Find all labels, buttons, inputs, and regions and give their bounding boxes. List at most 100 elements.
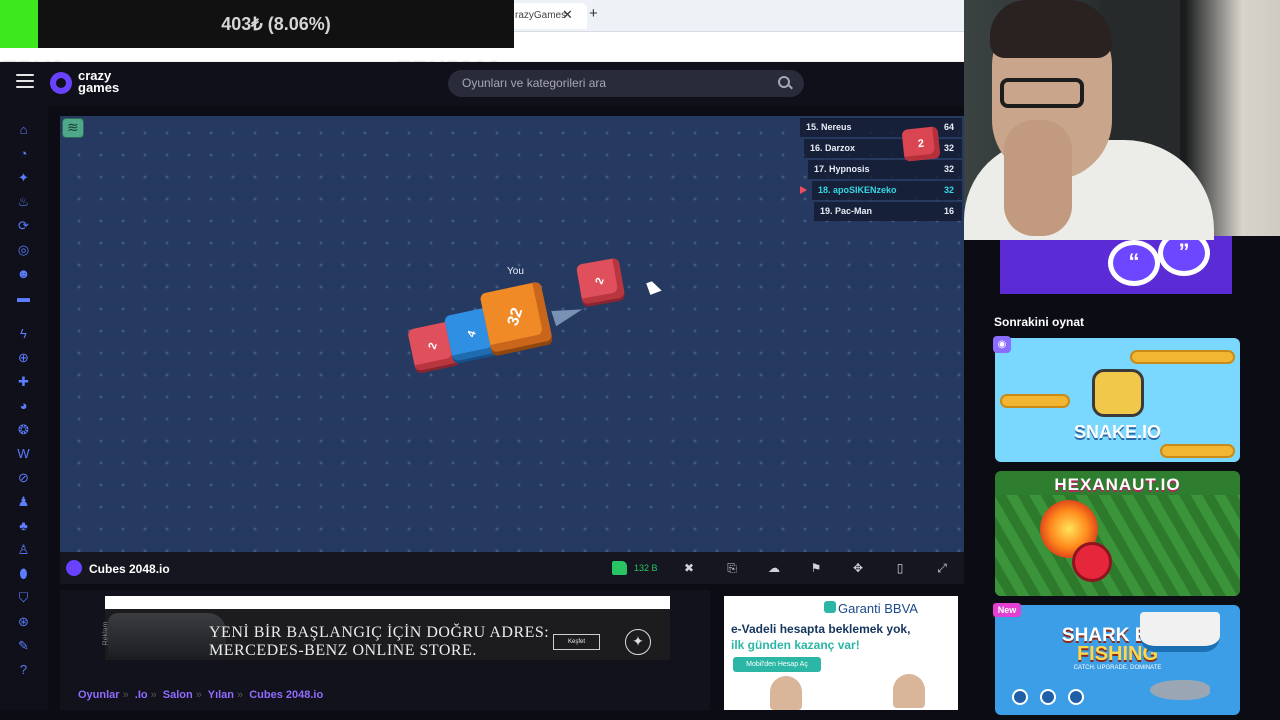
webcam-person-hand xyxy=(1004,120,1072,236)
control-icon xyxy=(1040,689,1056,705)
donation-goal-overlay: 403₺ (8.06%) xyxy=(0,0,514,48)
menu-icon[interactable] xyxy=(16,74,34,90)
target-icon[interactable]: ⊕ xyxy=(16,350,31,365)
fire-icon[interactable]: ♨ xyxy=(16,194,31,209)
thumbs-down-icon[interactable]: ✖ xyxy=(681,560,697,576)
report-icon[interactable]: ⚑ xyxy=(808,560,824,576)
bolt-icon[interactable]: ϟ xyxy=(16,326,31,341)
ad-tag: Reklam xyxy=(102,621,110,646)
ad-headline-2: MERCEDES-BENZ ONLINE STORE. xyxy=(209,642,477,659)
question-icon[interactable]: ? xyxy=(16,662,31,677)
snake-body xyxy=(1130,350,1235,364)
next-games-title: Sonrakini oynat xyxy=(994,315,1085,329)
bank-logo-icon xyxy=(824,601,836,613)
sparkle-icon[interactable]: ✦ xyxy=(16,170,31,185)
shield-icon[interactable]: ⛉ xyxy=(16,590,31,605)
clock-icon[interactable]: ◔ xyxy=(16,146,31,161)
card-title: HEXANAUT.IO xyxy=(1054,475,1181,494)
crazygames-logo-text[interactable]: crazy games xyxy=(78,69,120,95)
users-icon[interactable]: ☻ xyxy=(16,266,31,281)
controller-icon[interactable]: ◎ xyxy=(16,242,31,257)
car-icon[interactable]: ▬ xyxy=(16,290,31,305)
donation-goal-text: 403₺ (8.06%) xyxy=(221,14,331,34)
theater-mode-icon[interactable]: ✥ xyxy=(850,560,866,576)
hex-grid xyxy=(995,495,1240,596)
puzzle-icon[interactable]: ✚ xyxy=(16,374,31,389)
crazygames-logo-icon[interactable] xyxy=(50,72,72,94)
donation-progress-fill xyxy=(0,0,38,48)
control-icon xyxy=(1012,689,1028,705)
ad-top-strip xyxy=(105,596,670,609)
control-icon xyxy=(1068,689,1084,705)
game-menu-icon[interactable] xyxy=(62,118,84,138)
bank-subheadline: ilk günden kazanç var! xyxy=(731,638,860,652)
tab-close-icon[interactable]: ✕ xyxy=(562,7,573,23)
home-icon[interactable]: ⌂ xyxy=(16,122,31,137)
fullscreen-icon[interactable]: ⤢ xyxy=(934,560,950,576)
breadcrumb-link[interactable]: Oyunlar xyxy=(78,689,120,701)
bank-brand: Garanti BBVA xyxy=(838,601,918,616)
card-subtitle: CATCH. UPGRADE. DOMINATE xyxy=(1073,665,1162,671)
person-icon[interactable]: ♟ xyxy=(16,494,31,509)
my-rank-arrow-icon xyxy=(800,186,807,194)
thumbs-up-icon[interactable] xyxy=(612,561,627,575)
bank-cta-button[interactable]: Mobil'den Hesap Aç xyxy=(733,657,821,672)
new-badge: New xyxy=(993,603,1021,617)
breadcrumb-link[interactable]: Yılan xyxy=(208,689,234,701)
left-sidebar: ⌂ ◔ ✦ ♨ ⟳ ◎ ☻ ▬ ϟ ⊕ ✚ ◕ ❂ W ⊘ ♟ ♣ ♙ ⬮ ⛉ … xyxy=(0,106,48,720)
new-tab-icon[interactable]: + xyxy=(589,5,598,22)
player-label: You xyxy=(507,266,524,277)
bottom-bar xyxy=(0,710,964,720)
snake-body xyxy=(1160,444,1235,458)
originals-badge-icon: ◉ xyxy=(993,336,1011,353)
mobile-icon[interactable]: ▯ xyxy=(892,560,908,576)
joystick-icon[interactable]: ♙ xyxy=(16,542,31,557)
player-ball-image xyxy=(1072,542,1112,582)
soccer-icon[interactable]: ❂ xyxy=(16,422,31,437)
game-logo-icon xyxy=(66,560,82,576)
breadcrumb-current: Cubes 2048.io xyxy=(249,689,324,701)
leaderboard-row-me: 18. apoSIKENzeko 32 xyxy=(812,181,962,200)
refresh-icon[interactable]: ⟳ xyxy=(16,218,31,233)
leaderboard-row: 17. Hypnosis 32 xyxy=(808,160,962,179)
bookmark-icon[interactable]: ⎘ xyxy=(724,560,740,576)
food-cube: 2 xyxy=(575,257,626,305)
screen: razyGames ✕ + 403₺ (8.06%) TRY0 TRY5000 … xyxy=(0,0,1280,720)
snake-body xyxy=(1000,394,1070,408)
logo-line-2: games xyxy=(78,80,120,95)
snake-logo-icon xyxy=(1092,369,1144,417)
chat-bubble-icon: ” xyxy=(1158,236,1210,276)
game-footer-bar xyxy=(60,552,965,584)
webcam-person-hair xyxy=(990,0,1112,58)
breadcrumb: Oyunlar» .Io» Salon» Yılan» Cubes 2048.i… xyxy=(78,689,324,701)
ad-cta-button[interactable]: Keşfet xyxy=(553,634,600,650)
pacman-icon[interactable]: ◕ xyxy=(16,398,31,413)
cloud-icon[interactable]: ☁ xyxy=(766,560,782,576)
ad-person-image xyxy=(770,676,802,710)
browser-tab-title: razyGames xyxy=(515,10,567,21)
shark-image xyxy=(1150,680,1210,700)
card-title: SNAKE.IO xyxy=(1073,422,1161,442)
breadcrumb-link[interactable]: Salon xyxy=(163,689,193,701)
mercedes-logo-icon: ✦ xyxy=(625,629,651,655)
ad-headline-1: YENİ BİR BAŞLANGIÇ İÇİN DOĞRU ADRES: xyxy=(209,624,550,641)
enemy-cube: 2 xyxy=(901,126,941,162)
game-title: Cubes 2048.io xyxy=(89,562,170,576)
game-card-hexanaut[interactable]: HEXANAUT.IO xyxy=(995,471,1240,596)
boat-image xyxy=(1140,612,1220,652)
letter-w-icon[interactable]: W xyxy=(16,446,31,461)
search-placeholder: Oyunları ve kategorileri ara xyxy=(462,76,607,90)
browser-tab[interactable]: razyGames xyxy=(505,3,587,29)
ball-icon[interactable]: ⊛ xyxy=(16,614,31,629)
wrench-icon[interactable]: ✎ xyxy=(16,638,31,653)
webcam-person-glasses xyxy=(1000,78,1084,108)
bank-headline: e-Vadeli hesapta beklemek yok, xyxy=(731,622,911,636)
player-cube-head: 32 xyxy=(479,281,553,353)
promo-banner[interactable]: “ ” xyxy=(1000,236,1232,294)
search-icon[interactable] xyxy=(778,76,790,88)
compass-icon[interactable]: ⊘ xyxy=(16,470,31,485)
ad-person-image xyxy=(893,674,925,708)
breadcrumb-link[interactable]: .Io xyxy=(135,689,148,701)
cards-icon[interactable]: ♣ xyxy=(16,518,31,533)
football-icon[interactable]: ⬮ xyxy=(16,566,31,581)
